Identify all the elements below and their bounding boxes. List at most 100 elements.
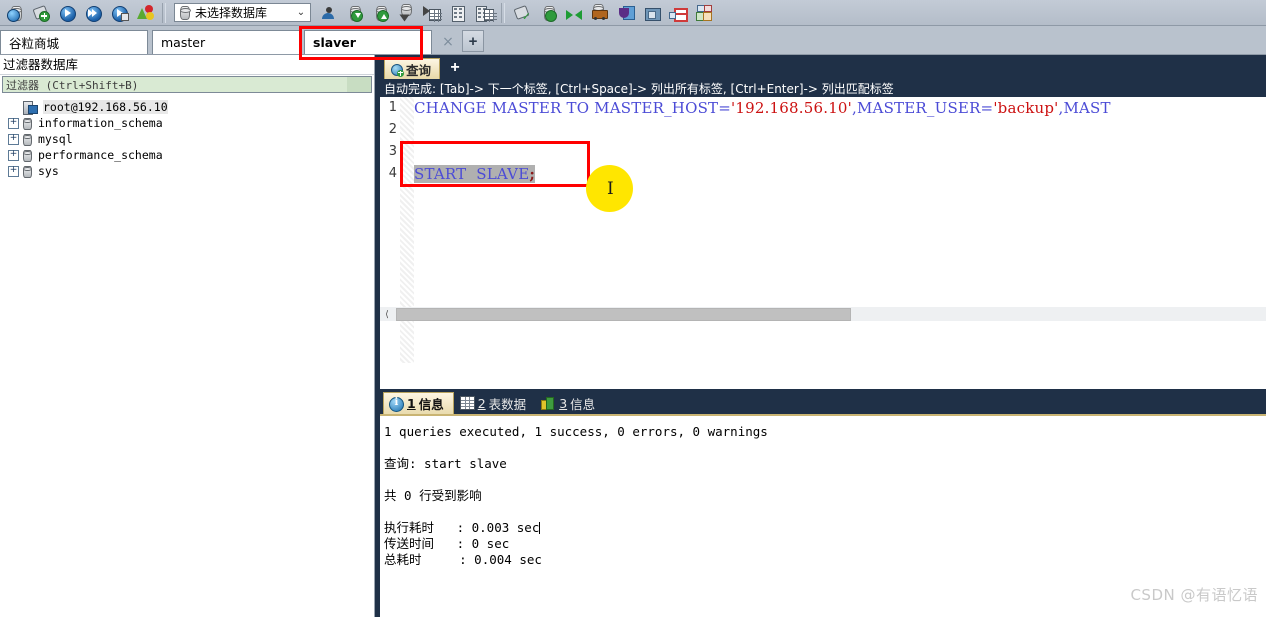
- close-icon[interactable]: ×: [436, 30, 460, 54]
- report-builder-icon[interactable]: [446, 1, 470, 25]
- fold-column[interactable]: [400, 97, 414, 363]
- database-icon: [23, 165, 32, 178]
- run-selection-icon[interactable]: [107, 1, 131, 25]
- import-wizard-icon[interactable]: [394, 1, 418, 25]
- connection-tab-bar: 谷粒商城 master slaver × +: [0, 26, 1266, 55]
- sql-line[interactable]: [414, 119, 1266, 141]
- sql-token: 'backup': [993, 99, 1059, 117]
- database-selector[interactable]: 未选择数据库 ⌄: [174, 3, 311, 22]
- run-icon[interactable]: [55, 1, 79, 25]
- tree-item-information-schema[interactable]: + information_schema: [0, 115, 374, 131]
- schedule-icon[interactable]: [614, 1, 638, 25]
- query-icon: [390, 63, 404, 77]
- connection-tab-gulishangcheng[interactable]: 谷粒商城: [0, 30, 148, 54]
- tab-label: 信息: [570, 396, 596, 412]
- navicat-window: 未选择数据库 ⌄ ✓ 谷粒商城 master slaver × + 过滤器数据库…: [0, 0, 1266, 617]
- database-icon: [177, 5, 191, 21]
- open-connection-icon[interactable]: [3, 1, 27, 25]
- editor-horizontal-scrollbar[interactable]: ⟨: [380, 307, 1266, 321]
- editor-tab-bar: 查询 +: [380, 55, 1266, 79]
- tab-label: 表数据: [488, 396, 527, 412]
- user-manager-icon[interactable]: [316, 1, 340, 25]
- database-icon: [23, 117, 32, 130]
- log-line: 总耗时 : 0.004 sec: [384, 552, 542, 567]
- backup-download-icon[interactable]: [342, 1, 366, 25]
- log-line: 1 queries executed, 1 success, 0 errors,…: [384, 424, 768, 439]
- selected-sql-text: START SLAVE;: [414, 165, 536, 183]
- database-icon: [23, 149, 32, 162]
- scroll-left-arrow[interactable]: ⟨: [380, 307, 394, 321]
- log-spacer: [384, 440, 1266, 456]
- text-cursor: [539, 522, 541, 534]
- info-icon: [389, 396, 404, 412]
- line-number: 1: [388, 100, 397, 115]
- connection-tab-master[interactable]: master: [152, 30, 300, 54]
- database-icon: [23, 133, 32, 146]
- tree-item-server[interactable]: root@192.168.56.10: [0, 99, 374, 115]
- tab-query[interactable]: 查询: [384, 58, 441, 79]
- tab-number: 2: [477, 395, 486, 411]
- object-sidebar: 过滤器数据库 过滤器 (Ctrl+Shift+B) root@192.168.5…: [0, 55, 375, 617]
- connection-tab-label: master: [161, 35, 206, 50]
- restore-upload-icon[interactable]: [368, 1, 392, 25]
- model-icon[interactable]: [692, 1, 716, 25]
- expander-icon[interactable]: +: [8, 165, 19, 177]
- new-query-icon[interactable]: [29, 1, 53, 25]
- tab-result-table-data[interactable]: 2 表数据: [455, 392, 535, 414]
- tree-item-sys[interactable]: + sys: [0, 163, 374, 179]
- line-number-gutter: 1 2 3 4: [380, 97, 400, 363]
- report-viewer-icon[interactable]: [472, 1, 497, 25]
- watermark: CSDN @有语忆语: [1130, 586, 1258, 604]
- data-transfer-icon[interactable]: ✓: [510, 1, 534, 25]
- sql-line[interactable]: [414, 141, 1266, 163]
- data-synchronization-icon[interactable]: [536, 1, 560, 25]
- add-connection-tab-button[interactable]: +: [462, 30, 484, 52]
- database-tree: root@192.168.56.10 + information_schema …: [0, 99, 374, 179]
- query-builder-icon[interactable]: [666, 1, 690, 25]
- filter-clear-button[interactable]: [347, 77, 371, 92]
- tab-result-info[interactable]: 1 信息: [383, 392, 454, 414]
- expander-icon[interactable]: +: [8, 117, 19, 129]
- text-caret-icon: I: [607, 179, 614, 199]
- result-tab-bar: 1 信息 2 表数据 3 信息: [380, 389, 1266, 414]
- result-panel: 1 信息 2 表数据 3 信息 1 queries executed, 1 su…: [380, 389, 1266, 617]
- tab-query-label: 查询: [406, 62, 432, 78]
- tab-result-profile-info[interactable]: 3 信息: [536, 392, 604, 414]
- export-wizard-icon[interactable]: [420, 1, 444, 25]
- sql-code-area[interactable]: 1 2 3 4 CHANGE MASTER TO MASTER_HOST='19…: [380, 97, 1266, 363]
- sql-line[interactable]: CHANGE MASTER TO MASTER_HOST='192.168.56…: [414, 97, 1266, 119]
- expander-icon[interactable]: +: [8, 149, 19, 161]
- tree-item-label: mysql: [38, 132, 73, 146]
- autocomplete-hint: 自动完成: [Tab]-> 下一个标签, [Ctrl+Space]-> 列出所有…: [380, 79, 1266, 97]
- scrollbar-thumb[interactable]: [396, 307, 851, 321]
- run-all-icon[interactable]: [81, 1, 105, 25]
- sidebar-title: 过滤器数据库: [0, 55, 374, 75]
- structure-synchronization-icon[interactable]: [562, 1, 586, 25]
- batch-job-icon[interactable]: [588, 1, 612, 25]
- log-line: 传送时间 : 0 sec: [384, 536, 510, 551]
- sql-lines[interactable]: CHANGE MASTER TO MASTER_HOST='192.168.56…: [414, 97, 1266, 185]
- expander-icon[interactable]: +: [8, 133, 19, 145]
- filter-input[interactable]: 过滤器 (Ctrl+Shift+B): [2, 76, 372, 93]
- add-query-tab-button[interactable]: +: [446, 59, 464, 77]
- sql-line[interactable]: START SLAVE;: [414, 163, 1266, 185]
- print-icon[interactable]: [640, 1, 664, 25]
- tree-item-performance-schema[interactable]: + performance_schema: [0, 147, 374, 163]
- main-toolbar: 未选择数据库 ⌄ ✓: [0, 0, 1266, 26]
- chevron-down-icon[interactable]: ⌄: [294, 7, 308, 18]
- refresh-object-icon[interactable]: [133, 1, 157, 25]
- profile-icon: [541, 396, 555, 410]
- tab-number: 1: [407, 396, 416, 411]
- table-icon: [459, 396, 475, 410]
- sql-token: ;: [529, 165, 536, 183]
- connection-tab-label: slaver: [313, 35, 356, 50]
- tab-label: 信息: [418, 397, 444, 412]
- sql-token: ,MAST: [1058, 99, 1111, 117]
- tree-item-label: sys: [38, 164, 59, 178]
- sql-token: START SLAVE: [414, 165, 530, 183]
- filter-input-value: 过滤器 (Ctrl+Shift+B): [6, 78, 139, 92]
- line-number: 3: [388, 144, 397, 159]
- sql-token: ,MASTER_USER=: [852, 99, 994, 117]
- tree-item-mysql[interactable]: + mysql: [0, 131, 374, 147]
- connection-tab-slaver[interactable]: slaver: [304, 30, 432, 54]
